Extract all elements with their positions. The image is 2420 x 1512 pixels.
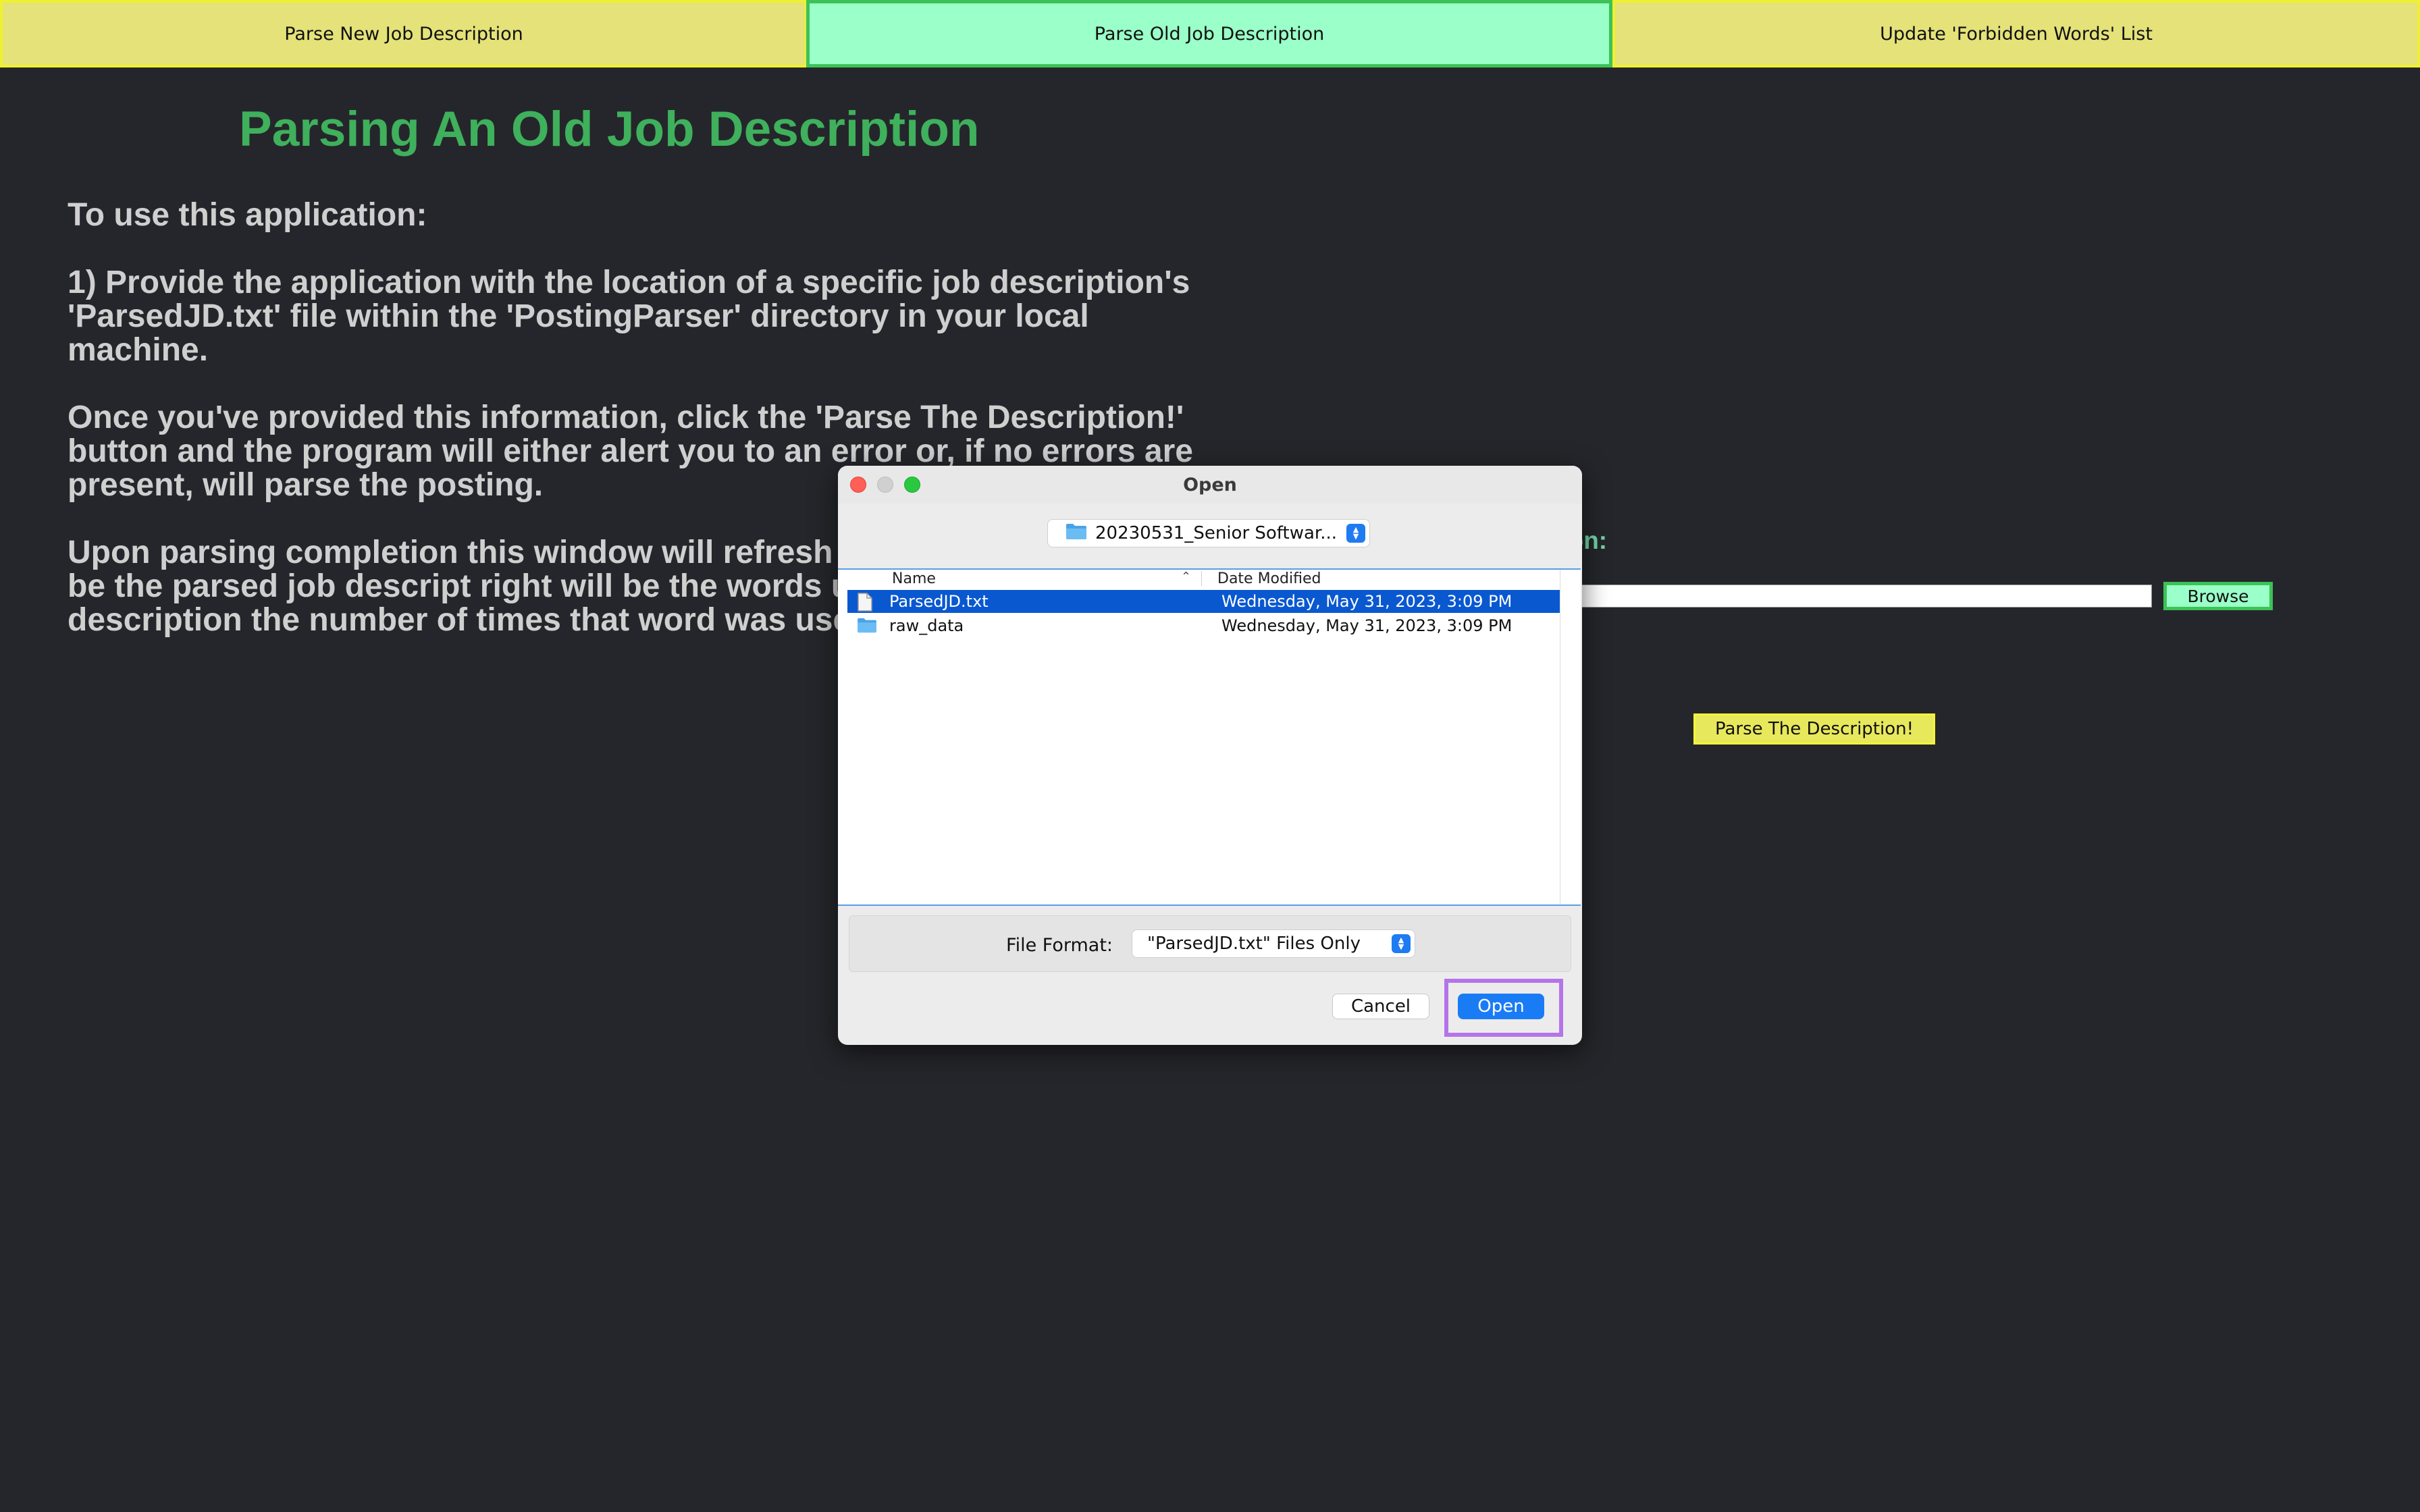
file-row-raw-data[interactable]: raw_data Wednesday, May 31, 2023, 3:09 P… (847, 614, 1560, 637)
file-row-parsedjd[interactable]: ParsedJD.txt Wednesday, May 31, 2023, 3:… (847, 590, 1560, 613)
maximize-window-icon[interactable] (904, 477, 920, 493)
tab-parse-new-label: Parse New Job Description (284, 23, 523, 45)
instructions-intro: To use this application: (68, 197, 427, 233)
close-window-icon[interactable] (850, 477, 866, 493)
up-down-chevron-icon: ▲ ▼ (1346, 524, 1365, 543)
parse-description-button[interactable]: Parse The Description! (1693, 713, 1935, 745)
chevron-up-icon: ⌃ (1181, 570, 1192, 583)
column-header-date-label: Date Modified (1217, 570, 1321, 587)
tab-parse-old[interactable]: Parse Old Job Description (806, 0, 1612, 68)
tab-update-forbidden-words-label: Update 'Forbidden Words' List (1880, 23, 2153, 45)
folder-location-select[interactable]: 20230531_Senior Softwar... ▲ ▼ (1047, 519, 1370, 547)
folder-location-value: 20230531_Senior Softwar... (1095, 523, 1337, 543)
file-list[interactable]: Name ⌃ Date Modified ParsedJD.txt Wednes… (838, 568, 1581, 906)
cancel-button[interactable]: Cancel (1332, 994, 1429, 1019)
file-format-select[interactable]: "ParsedJD.txt" Files Only ▲ ▼ (1132, 929, 1415, 958)
page-title: Parsing An Old Job Description (239, 102, 980, 157)
file-format-panel: File Format: "ParsedJD.txt" Files Only ▲… (849, 915, 1571, 972)
cancel-button-label: Cancel (1350, 996, 1411, 1017)
folder-icon (857, 617, 877, 637)
open-button[interactable]: Open (1458, 994, 1544, 1019)
instructions-step-1: 1) Provide the application with the loca… (68, 265, 1190, 368)
file-name: ParsedJD.txt (889, 592, 989, 611)
browse-button[interactable]: Browse (2163, 582, 2273, 610)
column-divider (1201, 571, 1202, 586)
tab-parse-new[interactable]: Parse New Job Description (0, 0, 808, 68)
file-path-input[interactable] (1573, 585, 2152, 608)
open-button-label: Open (1477, 996, 1525, 1017)
open-file-dialog: Open 20230531_Senior Softwar... ▲ ▼ Name … (838, 466, 1582, 1045)
browse-button-label: Browse (2187, 586, 2249, 606)
file-date: Wednesday, May 31, 2023, 3:09 PM (1221, 592, 1512, 611)
document-icon (857, 593, 873, 616)
dialog-title: Open (1183, 474, 1237, 495)
minimize-window-icon[interactable] (877, 477, 893, 493)
file-name: raw_data (889, 616, 964, 635)
file-date: Wednesday, May 31, 2023, 3:09 PM (1221, 616, 1512, 635)
dialog-title-bar: Open (838, 466, 1582, 504)
column-header-name-label: Name (892, 570, 936, 587)
folder-icon (1066, 522, 1087, 545)
column-header-name[interactable]: Name (892, 570, 936, 587)
column-header-date-modified[interactable]: Date Modified (1217, 570, 1321, 587)
parse-description-button-label: Parse The Description! (1714, 719, 1914, 739)
file-format-label: File Format: (1006, 935, 1113, 956)
tab-update-forbidden-words[interactable]: Update 'Forbidden Words' List (1612, 0, 2420, 68)
tab-parse-old-label: Parse Old Job Description (1094, 23, 1325, 45)
file-format-value: "ParsedJD.txt" Files Only (1147, 934, 1361, 954)
up-down-chevron-icon: ▲ ▼ (1392, 934, 1411, 953)
